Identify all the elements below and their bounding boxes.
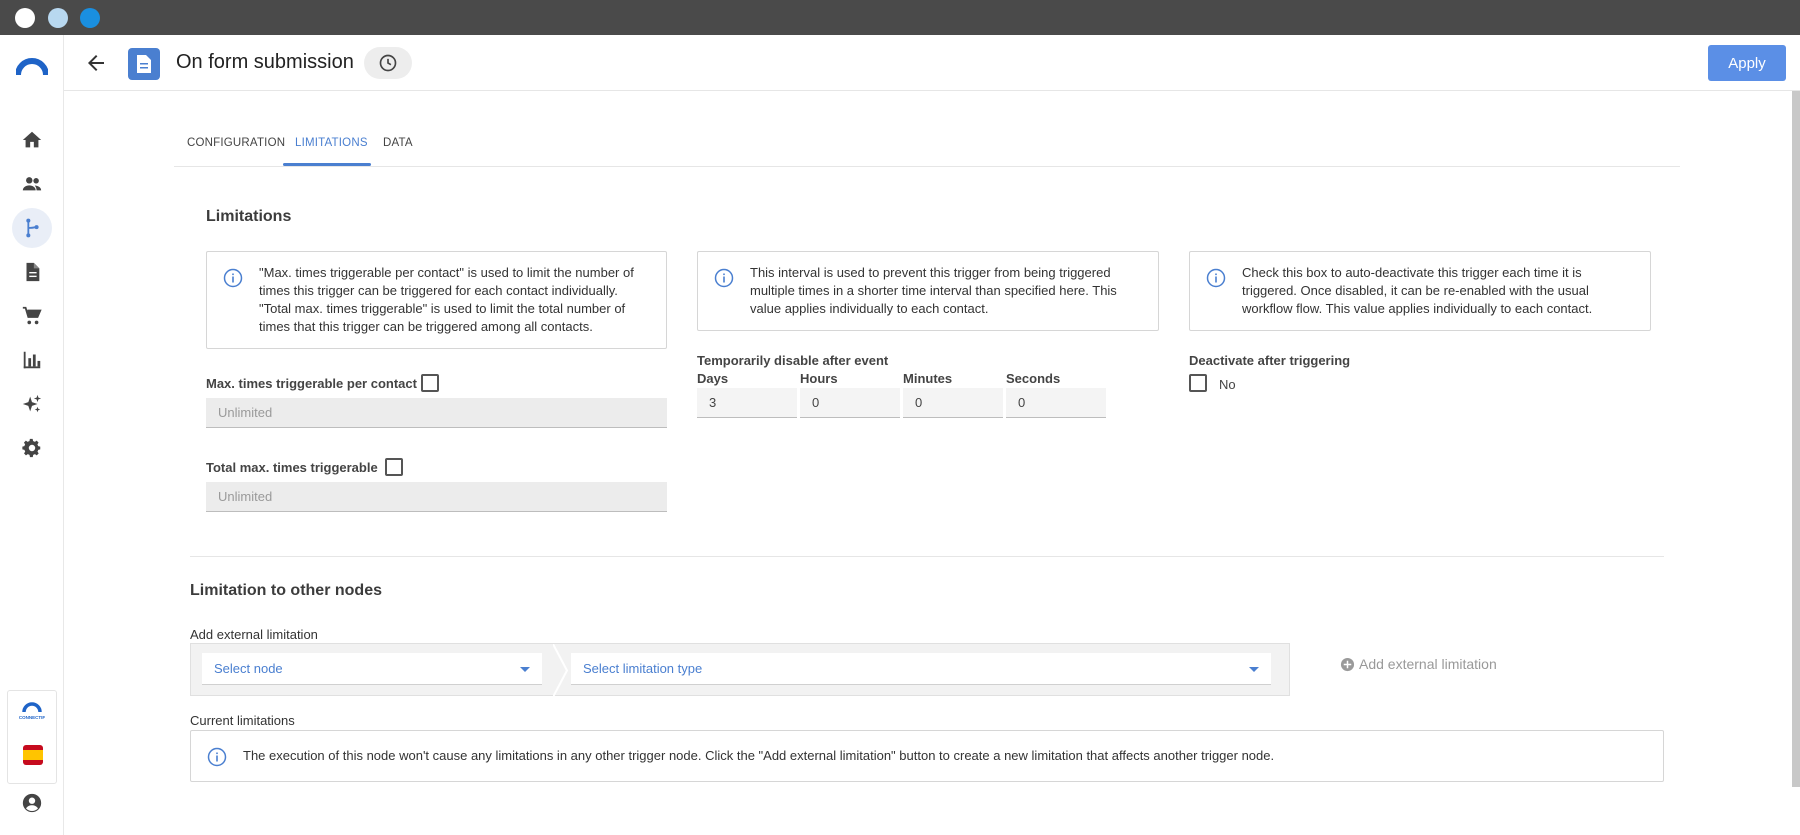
- minutes-label: Minutes: [903, 371, 953, 386]
- per-contact-input: Unlimited: [206, 398, 667, 428]
- days-input[interactable]: 3: [697, 388, 797, 418]
- sidebar: CONNECTIF: [0, 35, 64, 835]
- account-switcher: CONNECTIF: [7, 690, 57, 784]
- info-box-max-times: "Max. times triggerable per contact" is …: [206, 251, 667, 349]
- sidebar-item-settings[interactable]: [12, 428, 52, 468]
- contacts-icon: [22, 177, 42, 191]
- deactivate-checkbox[interactable]: [1189, 374, 1207, 392]
- per-contact-label: Max. times triggerable per contact: [206, 376, 417, 391]
- days-label: Days: [697, 371, 729, 386]
- workflow-icon: [26, 218, 39, 238]
- sidebar-item-home[interactable]: [12, 120, 52, 160]
- info-line: multiple times in a shorter time interva…: [750, 283, 1117, 298]
- total-max-input: Unlimited: [206, 482, 667, 512]
- other-nodes-title: Limitation to other nodes: [190, 582, 382, 599]
- spain-flag-icon[interactable]: [23, 745, 43, 765]
- sidebar-item-store[interactable]: [12, 296, 52, 336]
- brand-logo-icon[interactable]: [16, 55, 48, 77]
- info-icon: [1206, 268, 1226, 288]
- window-maximize-button[interactable]: [80, 8, 100, 28]
- per-contact-checkbox[interactable]: [421, 374, 439, 392]
- tab-data[interactable]: DATA: [383, 137, 413, 149]
- settings-icon: [22, 438, 41, 458]
- info-icon: [207, 747, 227, 767]
- cart-icon: [22, 306, 42, 325]
- info-line: This interval is used to prevent this tr…: [750, 265, 1111, 280]
- current-limitations-info: The execution of this node won't cause a…: [190, 730, 1664, 782]
- clock-icon: [379, 54, 397, 72]
- chevron-down-icon: [1249, 667, 1259, 672]
- info-icon: [714, 268, 734, 288]
- total-max-label: Total max. times triggerable: [206, 460, 378, 475]
- external-limitation-panel: Select node Select limitation type: [190, 643, 1290, 697]
- history-button[interactable]: [364, 47, 412, 79]
- hours-input[interactable]: 0: [800, 388, 900, 418]
- info-line: workflow flow. This value applies indivi…: [1242, 301, 1593, 316]
- deactivate-value: No: [1219, 377, 1236, 392]
- sidebar-item-ai[interactable]: [12, 384, 52, 424]
- disable-after-event-label: Temporarily disable after event: [697, 353, 889, 368]
- current-limitations-text: The execution of this node won't cause a…: [243, 748, 1275, 763]
- form-node-icon: [128, 48, 160, 80]
- info-line: value applies individually to each conta…: [750, 301, 989, 316]
- info-line: times this trigger can be triggered for …: [259, 283, 618, 298]
- vertical-scrollbar[interactable]: [1792, 91, 1800, 787]
- window-titlebar: [0, 0, 1800, 35]
- brand-small-text: CONNECTIF: [18, 715, 46, 720]
- info-icon: [223, 268, 243, 288]
- page-title: On form submission: [176, 51, 354, 73]
- apply-button[interactable]: Apply: [1708, 45, 1786, 81]
- select-limitation-type-dropdown[interactable]: Select limitation type: [571, 653, 1271, 685]
- chevron-separator-icon: [553, 644, 569, 697]
- page-header: On form submission Apply: [64, 35, 1800, 91]
- info-line: "Total max. times triggerable" is used t…: [259, 301, 626, 316]
- add-external-limitation-label: Add external limitation: [1359, 656, 1497, 672]
- user-account-icon[interactable]: [21, 792, 43, 814]
- brand-small-logo-icon[interactable]: [22, 701, 42, 713]
- window-close-button[interactable]: [15, 8, 35, 28]
- add-circle-icon: [1340, 657, 1355, 671]
- info-box-deactivate: Check this box to auto-deactivate this t…: [1189, 251, 1651, 331]
- tab-bar: CONFIGURATION LIMITATIONS DATA: [174, 125, 1680, 167]
- select-node-dropdown[interactable]: Select node: [202, 653, 542, 685]
- tab-configuration[interactable]: CONFIGURATION: [187, 137, 285, 149]
- back-arrow-icon[interactable]: [84, 51, 108, 75]
- seconds-input[interactable]: 0: [1006, 388, 1106, 418]
- sparkle-icon: [22, 394, 42, 413]
- chevron-down-icon: [520, 667, 530, 672]
- info-line: Check this box to auto-deactivate this t…: [1242, 265, 1582, 280]
- select-node-placeholder: Select node: [214, 661, 283, 676]
- info-line: triggered. Once disabled, it can be re-e…: [1242, 283, 1589, 298]
- tab-limitations[interactable]: LIMITATIONS: [295, 137, 368, 149]
- sidebar-item-analytics[interactable]: [12, 340, 52, 380]
- info-box-interval: This interval is used to prevent this tr…: [697, 251, 1159, 331]
- sidebar-item-workflows[interactable]: [12, 208, 52, 248]
- sidebar-item-contacts[interactable]: [12, 164, 52, 204]
- deactivate-label: Deactivate after triggering: [1189, 353, 1351, 368]
- minutes-input[interactable]: 0: [903, 388, 1003, 418]
- analytics-icon: [23, 351, 41, 369]
- total-max-checkbox[interactable]: [385, 458, 403, 476]
- current-limitations-label: Current limitations: [190, 713, 295, 728]
- window-minimize-button[interactable]: [48, 8, 68, 28]
- limitations-title: Limitations: [206, 208, 292, 225]
- active-tab-indicator: [283, 163, 371, 166]
- add-external-label: Add external limitation: [190, 627, 318, 642]
- section-divider: [190, 556, 1664, 557]
- seconds-label: Seconds: [1006, 371, 1061, 386]
- add-external-limitation-button[interactable]: Add external limitation: [1340, 656, 1497, 672]
- info-line: "Max. times triggerable per contact" is …: [259, 265, 634, 280]
- sidebar-item-content[interactable]: [12, 252, 52, 292]
- hours-label: Hours: [800, 371, 838, 386]
- info-line: times that this trigger can be triggered…: [259, 319, 593, 334]
- select-type-placeholder: Select limitation type: [583, 661, 703, 676]
- home-icon: [22, 131, 42, 148]
- document-icon: [26, 262, 40, 282]
